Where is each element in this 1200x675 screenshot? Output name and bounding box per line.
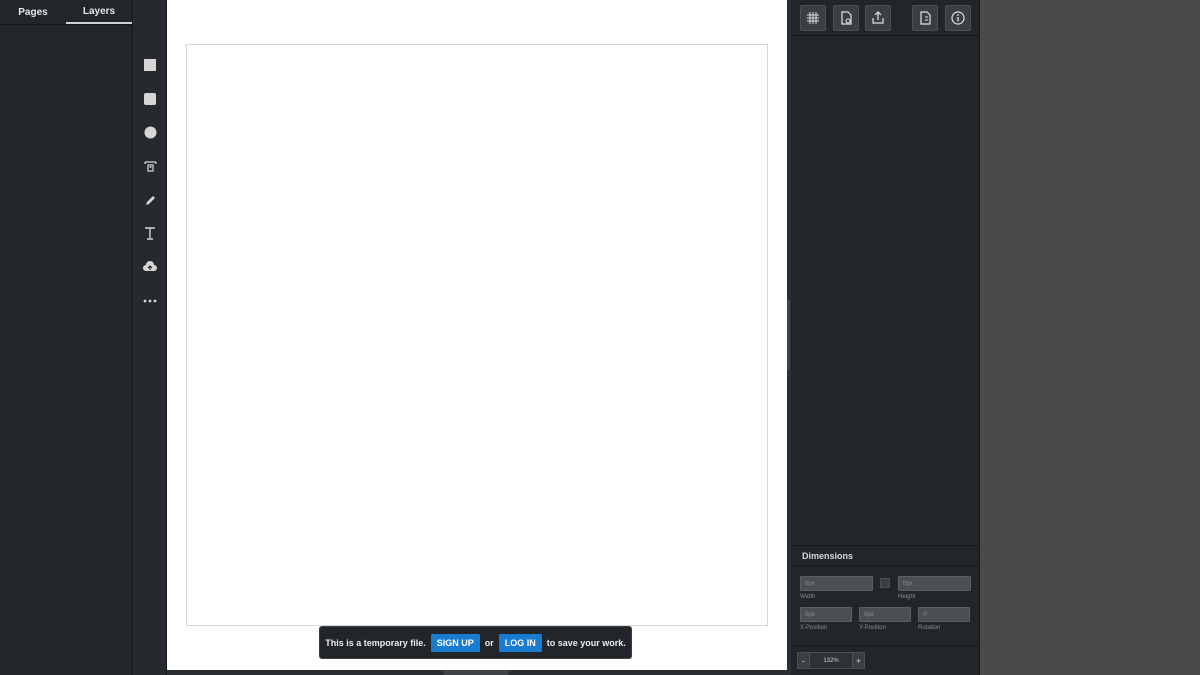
toast-text-after: to save your work.	[546, 637, 626, 648]
right-panel: Dimensions 0px Width 0px Height 0px X-Po…	[791, 0, 980, 675]
export-icon	[872, 11, 884, 24]
grid-icon	[807, 12, 819, 24]
horizontal-scroll-thumb[interactable]	[443, 670, 509, 675]
info-button[interactable]	[945, 5, 971, 31]
toast-or-text: or	[484, 637, 494, 648]
app-window: Pages Layers This is a temporary file. S…	[0, 0, 1200, 675]
zoom-out-button[interactable]: -	[797, 652, 810, 669]
text-icon	[145, 226, 155, 240]
grid-button[interactable]	[800, 5, 826, 31]
zoom-level[interactable]: 132%	[810, 652, 852, 669]
rounded-rectangle-icon	[144, 93, 156, 105]
height-field[interactable]: 0px	[898, 576, 971, 591]
text-tool[interactable]	[133, 220, 167, 246]
export-button[interactable]	[865, 5, 891, 31]
rectangle-tool[interactable]	[133, 52, 167, 78]
outer-background	[980, 0, 1200, 675]
left-tabs: Pages Layers	[0, 0, 132, 25]
y-position-label: Y-Position	[859, 625, 886, 631]
pencil-icon	[145, 195, 155, 205]
horizontal-scrollbar[interactable]	[167, 670, 787, 675]
upload-cloud-icon	[143, 261, 157, 271]
x-position-field[interactable]: 0px	[800, 607, 852, 622]
more-tools[interactable]	[133, 288, 167, 314]
zoom-bar: - 132% +	[791, 645, 980, 675]
image-icon	[143, 160, 157, 172]
x-position-label: X-Position	[800, 625, 828, 631]
ellipse-tool[interactable]	[133, 119, 167, 145]
pencil-tool[interactable]	[133, 187, 167, 213]
more-icon	[143, 299, 157, 303]
tab-pages[interactable]: Pages	[0, 0, 66, 24]
tab-layers[interactable]: Layers	[66, 0, 132, 24]
image-tool[interactable]	[133, 153, 167, 179]
log-in-button[interactable]: LOG IN	[498, 633, 542, 652]
dimensions-panel: Dimensions 0px Width 0px Height 0px X-Po…	[791, 545, 980, 645]
canvas-area[interactable]	[167, 0, 787, 670]
artboard[interactable]	[186, 44, 768, 626]
temporary-file-toast: This is a temporary file. SIGN UP or LOG…	[319, 626, 632, 659]
y-position-field[interactable]: 0px	[859, 607, 911, 622]
toast-text-before: This is a temporary file.	[325, 637, 426, 648]
right-toolbar	[791, 0, 979, 36]
page-settings-button[interactable]	[833, 5, 859, 31]
rectangle-icon	[144, 59, 156, 71]
width-label: Width	[800, 594, 816, 600]
sign-up-button[interactable]: SIGN UP	[430, 633, 480, 652]
height-label: Height	[898, 594, 916, 600]
vertical-scroll-thumb[interactable]	[787, 300, 790, 370]
rotation-field[interactable]: 0°	[918, 607, 970, 622]
zoom-in-button[interactable]: +	[852, 652, 865, 669]
info-icon	[951, 11, 965, 25]
zoom-control: - 132% +	[797, 652, 865, 669]
dimensions-title: Dimensions	[791, 546, 980, 566]
upload-tool[interactable]	[133, 254, 167, 280]
rotation-label: Rotation	[918, 625, 941, 631]
width-field[interactable]: 0px	[800, 576, 873, 591]
rounded-rectangle-tool[interactable]	[133, 86, 167, 112]
left-panel: Pages Layers	[0, 0, 133, 675]
ellipse-icon	[144, 126, 156, 138]
lock-aspect-toggle[interactable]	[880, 578, 890, 588]
document-icon	[920, 11, 931, 25]
document-button[interactable]	[912, 5, 938, 31]
page-settings-icon	[841, 11, 852, 25]
tools-toolbar	[133, 0, 167, 675]
